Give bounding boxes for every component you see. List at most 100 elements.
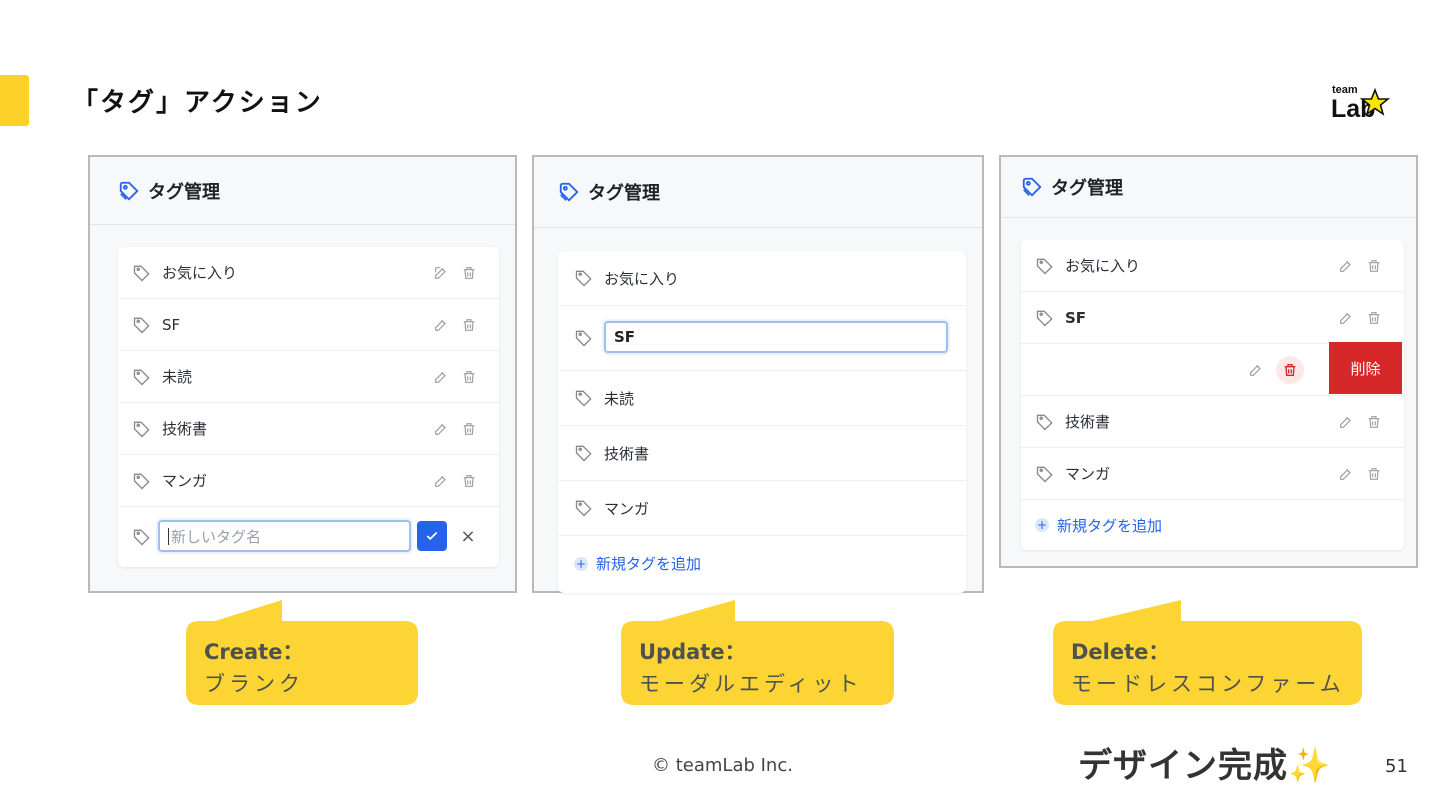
edit-icon[interactable] — [433, 369, 449, 385]
panel-header: タグ管理 — [90, 157, 515, 225]
callout-heading: Update： — [639, 640, 746, 664]
tag-icon — [575, 445, 592, 462]
tag-icon — [575, 330, 592, 347]
edit-icon[interactable] — [1338, 466, 1354, 482]
tag-icon — [1036, 414, 1053, 430]
tag-list: お気に入り SF 未読 技術書 マンガ + 新規タグを追加 — [558, 251, 966, 593]
tag-icon — [575, 270, 592, 287]
panel-title: タグ管理 — [588, 183, 660, 204]
check-icon — [426, 531, 438, 541]
callout-heading: Delete： — [1071, 640, 1170, 664]
new-tag-input[interactable]: 新しいタグ名 — [158, 520, 411, 552]
edit-icon[interactable] — [433, 265, 449, 281]
tags-header-icon — [559, 182, 579, 202]
tag-label: お気に入り — [162, 264, 238, 282]
edit-icon[interactable] — [1248, 362, 1264, 378]
trash-icon[interactable] — [1366, 466, 1382, 482]
create-panel: タグ管理 お気に入り SF 未読 技術書 マンガ 新しいタグ名 × — [88, 155, 517, 593]
plus-icon: + — [1035, 518, 1049, 532]
tags-header-icon — [119, 181, 139, 201]
tag-icon — [1036, 310, 1053, 326]
tag-row: マンガ — [558, 481, 966, 536]
delete-label: 削除 — [1350, 359, 1381, 378]
add-tag-button[interactable]: + 新規タグを追加 — [558, 536, 966, 591]
new-tag-placeholder: 新しいタグ名 — [171, 527, 262, 546]
tag-row: SF — [1021, 292, 1404, 344]
add-tag-button[interactable]: + 新規タグを追加 — [1021, 500, 1404, 550]
tag-icon — [133, 421, 150, 437]
tag-row: 技術書 — [1021, 396, 1404, 448]
tag-icon — [133, 317, 150, 333]
trash-icon[interactable] — [461, 369, 477, 385]
trash-icon — [1284, 363, 1296, 376]
panel-title: タグ管理 — [1051, 178, 1123, 199]
edit-tag-value: SF — [614, 328, 636, 346]
callout-heading: Create： — [204, 640, 304, 664]
tag-icon — [575, 390, 592, 407]
tag-row: お気に入り — [558, 251, 966, 306]
tag-label: お気に入り — [1065, 257, 1141, 275]
tags-header-icon — [1022, 177, 1042, 197]
create-callout: Create： ブランク — [185, 600, 419, 706]
callout-subtitle: モードレスコンファーム — [1071, 672, 1345, 696]
tag-row: 技術書 — [118, 403, 499, 455]
close-icon: × — [460, 525, 476, 547]
update-callout: Update： モーダルエディット — [620, 600, 895, 706]
delete-confirm-button[interactable]: 削除 — [1329, 342, 1402, 394]
tag-list: お気に入り SF 技術書 マンガ + 新規タグを追加 — [1021, 240, 1404, 550]
edit-icon[interactable] — [433, 473, 449, 489]
panel-header: タグ管理 — [1001, 157, 1416, 218]
tag-label: 未読 — [162, 368, 193, 386]
callout-subtitle: ブランク — [204, 672, 304, 696]
trash-icon[interactable] — [1366, 414, 1382, 430]
add-tag-label: 新規タグを追加 — [596, 555, 702, 573]
edit-icon[interactable] — [1338, 258, 1354, 274]
tag-icon — [133, 529, 150, 546]
plus-icon: + — [574, 556, 588, 571]
text-caret — [168, 527, 169, 545]
new-tag-row: 新しいタグ名 × — [118, 507, 499, 567]
tag-label: SF — [1065, 308, 1087, 327]
panel-title: タグ管理 — [148, 181, 220, 203]
delete-callout: Delete： モードレスコンファーム — [1052, 600, 1363, 706]
teamlab-logo: team Lab — [1330, 80, 1391, 124]
trash-icon[interactable] — [461, 265, 477, 281]
tag-row: 技術書 — [558, 426, 966, 481]
tag-label: マンガ — [1065, 465, 1111, 483]
edit-tag-input[interactable]: SF — [604, 321, 948, 353]
tag-icon — [1036, 466, 1053, 482]
confirm-button[interactable] — [417, 521, 447, 551]
tag-row: 未読 — [558, 371, 966, 426]
edit-icon[interactable] — [1338, 310, 1354, 326]
cancel-button[interactable]: × — [458, 525, 478, 547]
tag-label: 技術書 — [162, 420, 208, 438]
slide-title: 「タグ」アクション — [72, 88, 323, 118]
tag-icon — [133, 473, 150, 489]
trash-icon[interactable] — [461, 317, 477, 333]
edit-icon[interactable] — [433, 317, 449, 333]
tag-row: 未読 — [118, 351, 499, 403]
trash-icon[interactable] — [1366, 310, 1382, 326]
tag-label: マンガ — [162, 472, 208, 490]
tag-label: SF — [162, 315, 181, 334]
update-panel: タグ管理 お気に入り SF 未読 技術書 マンガ + 新規タグを追加 — [532, 155, 984, 593]
page-number: 51 — [1385, 756, 1408, 777]
tag-icon — [133, 369, 150, 385]
tag-label: マンガ — [604, 499, 650, 518]
tag-row: お気に入り — [1021, 240, 1404, 292]
tag-label: 未読 — [604, 389, 635, 408]
tag-row: マンガ — [1021, 448, 1404, 500]
tag-icon — [575, 500, 592, 517]
trash-icon[interactable] — [461, 421, 477, 437]
tag-label: お気に入り — [604, 269, 680, 288]
accent-bar — [0, 75, 29, 126]
editing-tag-row: SF — [558, 306, 966, 371]
trash-button-active[interactable] — [1276, 355, 1304, 384]
tag-label: 技術書 — [604, 444, 650, 463]
tag-list: お気に入り SF 未読 技術書 マンガ 新しいタグ名 × — [118, 247, 499, 567]
trash-icon[interactable] — [461, 473, 477, 489]
edit-icon[interactable] — [433, 421, 449, 437]
edit-icon[interactable] — [1338, 414, 1354, 430]
tag-icon — [133, 265, 150, 281]
trash-icon[interactable] — [1366, 258, 1382, 274]
